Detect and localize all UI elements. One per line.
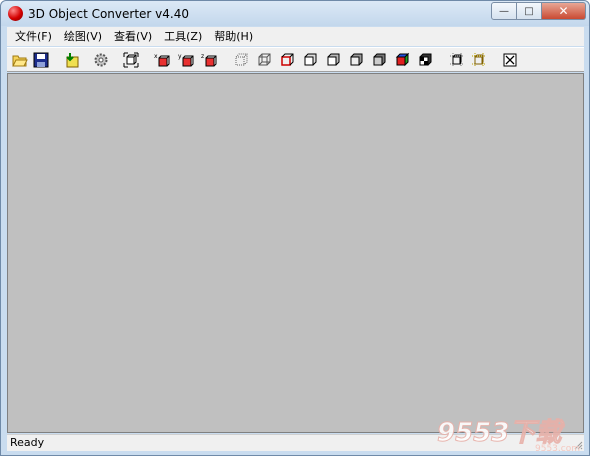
maximize-icon: □ xyxy=(524,5,534,17)
menu-draw[interactable]: 绘图(V) xyxy=(58,27,108,46)
rotate-x-button[interactable]: x xyxy=(153,51,171,69)
settings-gear-icon xyxy=(94,53,108,67)
fit-view-button[interactable] xyxy=(122,51,140,69)
rotate-x-icon: x xyxy=(154,53,170,67)
menu-help[interactable]: 帮助(H) xyxy=(208,27,259,46)
watermark-logo: 9553下载 9553.com xyxy=(437,418,581,454)
viewport-area[interactable] xyxy=(7,73,584,433)
rotate-z-axis-label: z xyxy=(201,53,204,60)
save-button[interactable] xyxy=(32,51,50,69)
view-cube-3-button[interactable] xyxy=(347,51,365,69)
rotate-y-axis-label: y xyxy=(178,53,182,60)
maximize-button[interactable]: □ xyxy=(517,2,542,20)
minimize-icon: — xyxy=(499,5,509,17)
close-view-button[interactable] xyxy=(501,51,519,69)
view-grid-2-icon xyxy=(472,53,486,67)
view-cube-2-icon xyxy=(327,53,340,66)
view-grid-2-button[interactable] xyxy=(470,51,488,69)
view-wireframe-icon xyxy=(258,53,271,66)
close-button[interactable]: ✕ xyxy=(542,2,586,20)
status-text: Ready xyxy=(10,436,45,449)
view-cube-2-button[interactable] xyxy=(324,51,342,69)
view-colored-button[interactable] xyxy=(393,51,411,69)
view-points-icon xyxy=(235,53,248,66)
view-cube-3-icon xyxy=(350,53,363,66)
app-icon[interactable] xyxy=(8,6,23,21)
view-wireframe-button[interactable] xyxy=(255,51,273,69)
rotate-x-axis-label: x xyxy=(154,53,158,60)
menu-file[interactable]: 文件(F) xyxy=(9,27,58,46)
view-grid-1-button[interactable] xyxy=(448,51,466,69)
open-button[interactable] xyxy=(11,51,29,69)
rotate-y-icon: y xyxy=(178,53,194,67)
close-view-icon xyxy=(503,53,517,67)
view-cube-4-button[interactable] xyxy=(370,51,388,69)
menu-tools[interactable]: 工具(Z) xyxy=(158,27,208,46)
title-bar[interactable]: 3D Object Converter v4.40 — □ ✕ xyxy=(1,1,589,26)
app-window: 3D Object Converter v4.40 — □ ✕ 文件(F) 绘图… xyxy=(0,0,590,456)
save-disk-icon xyxy=(33,52,49,68)
import-icon xyxy=(66,53,79,68)
fit-view-icon xyxy=(123,52,139,68)
open-folder-icon xyxy=(12,55,28,67)
toolbar: x y z xyxy=(7,47,584,72)
rotate-z-icon: z xyxy=(201,53,217,67)
view-points-button[interactable] xyxy=(232,51,250,69)
view-front-button[interactable] xyxy=(278,51,296,69)
import-button[interactable] xyxy=(63,51,81,69)
settings-button[interactable] xyxy=(92,51,110,69)
window-title: 3D Object Converter v4.40 xyxy=(28,7,189,21)
view-colored-icon xyxy=(395,52,410,67)
view-cube-1-icon xyxy=(304,53,317,66)
view-checker-icon xyxy=(419,53,432,66)
view-grid-1-icon xyxy=(450,53,464,67)
view-cube-1-button[interactable] xyxy=(301,51,319,69)
view-cube-4-icon xyxy=(373,53,386,66)
view-checker-button[interactable] xyxy=(416,51,434,69)
rotate-z-button[interactable]: z xyxy=(200,51,218,69)
minimize-button[interactable]: — xyxy=(491,2,517,20)
rotate-y-button[interactable]: y xyxy=(177,51,195,69)
menu-bar: 文件(F) 绘图(V) 查看(V) 工具(Z) 帮助(H) xyxy=(7,27,584,46)
watermark-url: 9553.com xyxy=(535,444,580,453)
view-front-icon xyxy=(281,53,294,66)
close-icon: ✕ xyxy=(558,4,569,18)
menu-view[interactable]: 查看(V) xyxy=(108,27,158,46)
